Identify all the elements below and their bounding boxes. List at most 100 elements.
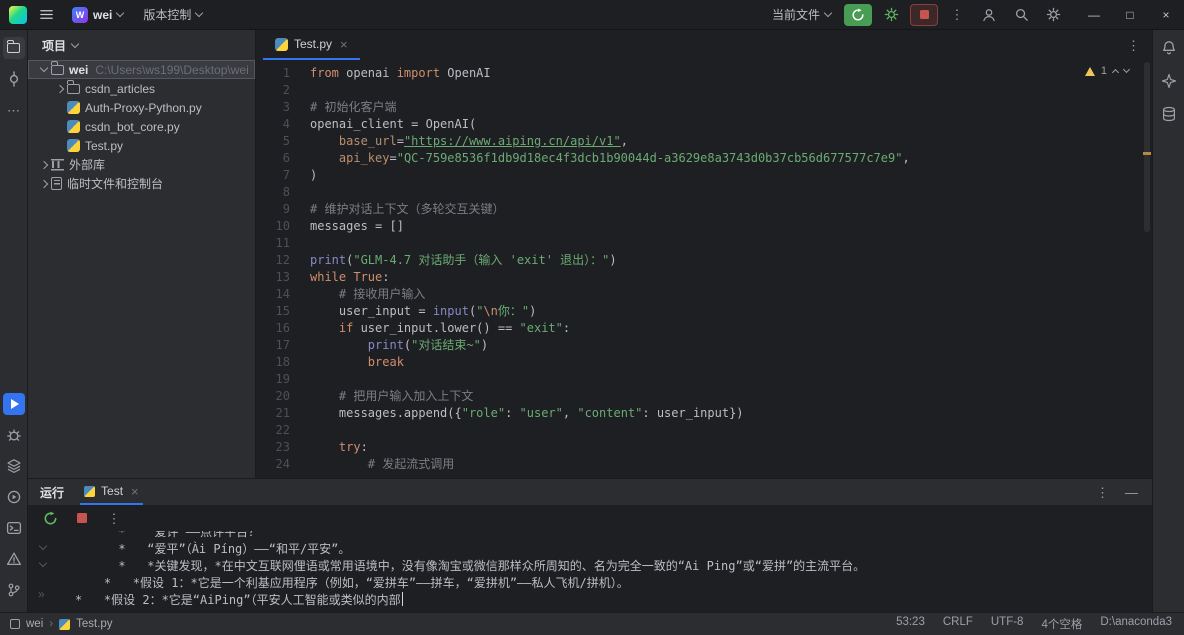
close-button[interactable]: × bbox=[1148, 0, 1184, 30]
rerun-icon[interactable] bbox=[40, 508, 60, 528]
code-line-21[interactable]: messages.append({"role": "user", "conten… bbox=[310, 405, 1152, 422]
next-problem-icon[interactable] bbox=[1123, 66, 1130, 73]
stop-icon[interactable] bbox=[72, 508, 92, 528]
line-number: 3 bbox=[256, 99, 304, 116]
more-actions-icon[interactable]: ⋮ bbox=[944, 3, 970, 27]
hide-panel-icon[interactable]: — bbox=[1125, 486, 1138, 499]
code-line-5[interactable]: base_url="https://www.aiping.cn/api/v1", bbox=[310, 133, 1152, 150]
scrollbar-thumb[interactable] bbox=[1144, 62, 1150, 232]
code-line-7[interactable]: ) bbox=[310, 167, 1152, 184]
code-line-22[interactable] bbox=[310, 422, 1152, 439]
chevron-down-icon[interactable] bbox=[39, 64, 47, 72]
project-tool-button[interactable] bbox=[3, 37, 25, 59]
database-icon[interactable] bbox=[1158, 103, 1180, 125]
status-caret-position[interactable]: 53:23 bbox=[896, 616, 925, 632]
git-icon[interactable] bbox=[3, 579, 25, 601]
tree-item-Auth-Proxy-Python.py[interactable]: Auth-Proxy-Python.py bbox=[28, 98, 255, 117]
python-packages-icon[interactable] bbox=[3, 455, 25, 477]
line-number: 18 bbox=[256, 354, 304, 371]
code-line-9[interactable]: # 维护对话上下文（多轮交互关键） bbox=[310, 201, 1152, 218]
code-line-2[interactable] bbox=[310, 82, 1152, 99]
close-tab-icon[interactable]: × bbox=[340, 37, 348, 52]
breadcrumb-file[interactable]: Test.py bbox=[76, 618, 112, 630]
prev-problem-icon[interactable] bbox=[1112, 69, 1119, 76]
debug-icon[interactable] bbox=[3, 424, 25, 446]
code-line-1[interactable]: from openai import OpenAI bbox=[310, 65, 1152, 82]
inspections-widget[interactable]: 1 bbox=[1080, 63, 1134, 79]
run-settings-icon[interactable] bbox=[878, 3, 904, 27]
code-line-4[interactable]: openai_client = OpenAI( bbox=[310, 116, 1152, 133]
run-tool-button[interactable] bbox=[3, 393, 25, 415]
close-tab-icon[interactable]: × bbox=[131, 484, 139, 499]
console-line-4: * *假设 1：*它是一个利基应用程序（例如，“爱拼车”——拼车，“爱拼机”——… bbox=[75, 575, 1152, 592]
chevron-right-icon[interactable] bbox=[39, 179, 47, 187]
warning-count: 1 bbox=[1101, 65, 1107, 77]
breadcrumb-project[interactable]: wei bbox=[26, 618, 43, 630]
code-line-3[interactable]: # 初始化客户端 bbox=[310, 99, 1152, 116]
code-editor[interactable]: 123456789101112131415161718192021222324 … bbox=[256, 60, 1152, 478]
statusbar: wei › Test.py 53:23CRLFUTF-84个空格D:\anaco… bbox=[0, 612, 1184, 635]
tree-item-csdn_articles[interactable]: csdn_articles bbox=[28, 79, 255, 98]
code-line-16[interactable]: if user_input.lower() == "exit": bbox=[310, 320, 1152, 337]
project-widget[interactable]: W wei bbox=[65, 3, 130, 27]
code-line-20[interactable]: # 把用户输入加入上下文 bbox=[310, 388, 1152, 405]
vcs-widget[interactable]: 版本控制 bbox=[136, 3, 209, 27]
rerun-button[interactable] bbox=[844, 4, 872, 26]
tree-item-wei[interactable]: weiC:\Users\ws199\Desktop\wei bbox=[28, 60, 255, 79]
console-options-icon[interactable]: ⋮ bbox=[104, 508, 124, 528]
code-line-23[interactable]: try: bbox=[310, 439, 1152, 456]
terminal-icon[interactable] bbox=[3, 517, 25, 539]
run-tab-test[interactable]: Test × bbox=[80, 479, 143, 505]
code-line-24[interactable]: # 发起流式调用 bbox=[310, 456, 1152, 473]
code-line-12[interactable]: print("GLM-4.7 对话助手（输入 'exit' 退出）：") bbox=[310, 252, 1152, 269]
run-panel-title[interactable]: 运行 bbox=[40, 484, 64, 501]
tree-item-Test.py[interactable]: Test.py bbox=[28, 136, 255, 155]
services-icon[interactable] bbox=[3, 486, 25, 508]
code-line-17[interactable]: print("对话结束~") bbox=[310, 337, 1152, 354]
code-line-13[interactable]: while True: bbox=[310, 269, 1152, 286]
tree-item-外部库[interactable]: 外部库 bbox=[28, 155, 255, 174]
chevron-right-icon[interactable] bbox=[55, 84, 63, 92]
run-panel-options-icon[interactable]: ⋮ bbox=[1096, 486, 1109, 499]
ai-assistant-icon[interactable] bbox=[1158, 70, 1180, 92]
folder-icon bbox=[51, 65, 64, 75]
pycharm-logo-icon bbox=[9, 6, 27, 24]
status-encoding[interactable]: UTF-8 bbox=[991, 616, 1024, 632]
user-icon[interactable] bbox=[976, 3, 1002, 27]
run-config-widget[interactable]: 当前文件 bbox=[765, 3, 838, 27]
window-controls: — □ × bbox=[1076, 0, 1184, 30]
editor-gutter: 123456789101112131415161718192021222324 bbox=[256, 60, 304, 478]
editor-tab-options-icon[interactable]: ⋮ bbox=[1127, 38, 1140, 54]
stop-button[interactable] bbox=[910, 4, 938, 26]
console-output[interactable]: * “爱评”——点评平台？ * “爱平”（Ài Píng）——“和平/平安”。 … bbox=[58, 531, 1152, 612]
minimize-button[interactable]: — bbox=[1076, 0, 1112, 30]
project-panel-header[interactable]: 项目 bbox=[28, 30, 255, 60]
tree-item-临时文件和控制台[interactable]: 临时文件和控制台 bbox=[28, 174, 255, 193]
code-line-18[interactable]: break bbox=[310, 354, 1152, 371]
code-line-10[interactable]: messages = [] bbox=[310, 218, 1152, 235]
code-line-11[interactable] bbox=[310, 235, 1152, 252]
editor-scrollbar[interactable] bbox=[1142, 60, 1152, 478]
status-line-separator[interactable]: CRLF bbox=[943, 616, 973, 632]
maximize-button[interactable]: □ bbox=[1112, 0, 1148, 30]
code-line-8[interactable] bbox=[310, 184, 1152, 201]
run-console[interactable]: » * “爱评”——点评平台？ * “爱平”（Ài Píng）——“和平/平安”… bbox=[28, 531, 1152, 612]
more-tool-windows-icon[interactable]: ⋯ bbox=[3, 99, 25, 121]
status-indent[interactable]: 4个空格 bbox=[1041, 616, 1082, 632]
commit-icon[interactable] bbox=[3, 68, 25, 90]
problems-icon[interactable] bbox=[3, 548, 25, 570]
code-line-6[interactable]: api_key="QC-759e8536f1db9d18ec4f3dcb1b90… bbox=[310, 150, 1152, 167]
editor-tab-testpy[interactable]: Test.py × bbox=[263, 30, 360, 60]
python-file-icon bbox=[84, 486, 95, 497]
code-line-19[interactable] bbox=[310, 371, 1152, 388]
chevron-right-icon[interactable] bbox=[39, 160, 47, 168]
settings-gear-icon[interactable] bbox=[1040, 3, 1066, 27]
notifications-icon[interactable] bbox=[1158, 37, 1180, 59]
search-icon[interactable] bbox=[1008, 3, 1034, 27]
code-line-15[interactable]: user_input = input("\n你：") bbox=[310, 303, 1152, 320]
main-menu-icon[interactable] bbox=[33, 3, 59, 27]
code-area[interactable]: from openai import OpenAI # 初始化客户端openai_… bbox=[304, 60, 1152, 478]
code-line-14[interactable]: # 接收用户输入 bbox=[310, 286, 1152, 303]
status-interpreter[interactable]: D:\anaconda3 bbox=[1100, 616, 1172, 632]
tree-item-csdn_bot_core.py[interactable]: csdn_bot_core.py bbox=[28, 117, 255, 136]
